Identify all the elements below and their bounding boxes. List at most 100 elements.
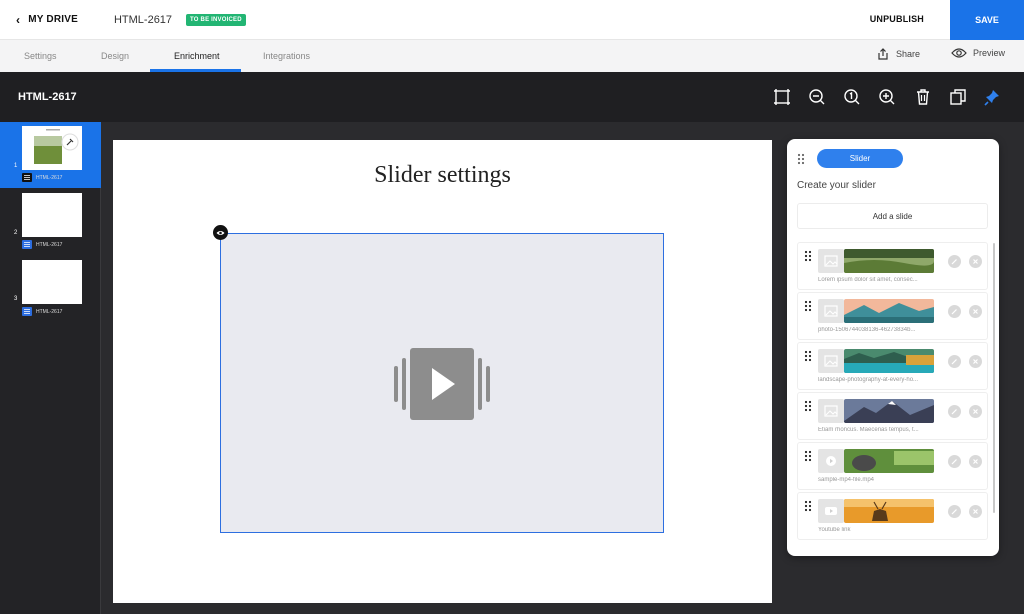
- edit-button[interactable]: [948, 355, 961, 368]
- image-placeholder-icon: [818, 349, 844, 373]
- slide-thumbnail-3[interactable]: [22, 260, 82, 304]
- share-button[interactable]: Share: [876, 47, 920, 61]
- canvas-title[interactable]: Slider settings: [113, 162, 772, 189]
- back-label: MY DRIVE: [28, 14, 78, 25]
- slide-caption: photo-1506744038136-46273834b...: [818, 327, 916, 333]
- close-icon: [973, 509, 978, 514]
- drag-handle-icon[interactable]: [804, 500, 812, 512]
- zoom-in-icon[interactable]: [877, 87, 897, 107]
- edit-button[interactable]: [948, 305, 961, 318]
- remove-button[interactable]: [969, 405, 982, 418]
- slide-image-thumbnail: [844, 349, 934, 373]
- remove-button[interactable]: [969, 455, 982, 468]
- edit-button[interactable]: [948, 455, 961, 468]
- preview-button[interactable]: Preview: [951, 47, 1005, 59]
- slider-play-icon: [394, 348, 490, 420]
- slide-tag-3: HTML-2617: [22, 307, 62, 316]
- zoom-reset-icon[interactable]: [842, 87, 862, 107]
- pencil-icon: [951, 309, 957, 315]
- pencil-icon: [951, 359, 957, 365]
- slide-number-1: 1: [14, 163, 18, 169]
- slide-caption: sample-mp4-file.mp4: [818, 477, 875, 483]
- zoom-out-icon[interactable]: [807, 87, 827, 107]
- slides-sidebar: 1 HTML-2617 2 HTML-2617 3 HTML-2617: [0, 122, 101, 614]
- image-placeholder-icon: [818, 249, 844, 273]
- slide-image-thumbnail: [844, 399, 934, 423]
- pencil-icon: [951, 459, 957, 465]
- youtube-placeholder-icon: [818, 499, 844, 523]
- preview-label: Preview: [973, 48, 1006, 58]
- slide-image-thumbnail: [844, 249, 934, 273]
- slide-label-3: HTML-2617: [36, 308, 63, 315]
- panel-scrollbar[interactable]: [993, 243, 995, 513]
- html-block-icon: [22, 307, 32, 316]
- back-to-drive-link[interactable]: ‹ MY DRIVE: [16, 13, 78, 27]
- slide-caption: Lorem ipsum dolor sit amet, consec...: [818, 277, 918, 283]
- status-badge: TO BE INVOICED: [186, 13, 246, 26]
- remove-button[interactable]: [969, 505, 982, 518]
- slider-settings-panel: Slider Create your slider Add a slide Lo…: [787, 139, 999, 556]
- slide-1-preview-image: [22, 126, 82, 170]
- close-icon: [973, 259, 978, 264]
- slide-list-item[interactable]: landscape-photography-at-every-ho...: [797, 342, 988, 390]
- slide-youtube-thumbnail: [844, 499, 934, 523]
- edit-button[interactable]: [948, 405, 961, 418]
- duplicate-icon[interactable]: [948, 87, 968, 107]
- slide-label-2: HTML-2617: [36, 241, 63, 248]
- slide-image-thumbnail: [844, 299, 934, 323]
- slide-thumbnail-2[interactable]: [22, 193, 82, 237]
- drag-handle-icon[interactable]: [804, 350, 812, 362]
- tab-design[interactable]: Design: [101, 51, 129, 61]
- pin-icon[interactable]: [983, 87, 1003, 107]
- slide-caption: landscape-photography-at-every-ho...: [818, 377, 919, 383]
- slide-tag-2: HTML-2617: [22, 240, 62, 249]
- eye-icon: [951, 48, 967, 58]
- video-placeholder-icon: [818, 449, 844, 473]
- tab-settings[interactable]: Settings: [24, 51, 57, 61]
- unpublish-button[interactable]: UNPUBLISH: [870, 14, 924, 24]
- drag-handle-icon[interactable]: [804, 300, 812, 312]
- add-slide-button[interactable]: Add a slide: [797, 203, 988, 229]
- edit-button[interactable]: [948, 255, 961, 268]
- slide-canvas[interactable]: Slider settings: [113, 140, 772, 603]
- slide-list-item[interactable]: photo-1506744038136-46273834b...: [797, 292, 988, 340]
- editor-toolbar: HTML-2617: [0, 72, 1024, 122]
- slider-block[interactable]: [220, 233, 664, 533]
- slide-number-2: 2: [14, 230, 18, 236]
- tab-bar: Settings Design Enrichment Integrations …: [0, 40, 1024, 72]
- share-icon: [878, 48, 888, 60]
- slide-caption: Etiam rhoncus. Maecenas tempus, t...: [818, 427, 919, 433]
- slide-thumbnail-1[interactable]: [22, 126, 82, 170]
- tab-enrichment[interactable]: Enrichment: [174, 51, 220, 61]
- remove-button[interactable]: [969, 305, 982, 318]
- slide-list-item[interactable]: sample-mp4-file.mp4: [797, 442, 988, 490]
- slide-list-item[interactable]: Lorem ipsum dolor sit amet, consec...: [797, 242, 988, 290]
- image-placeholder-icon: [818, 299, 844, 323]
- trash-icon[interactable]: [913, 87, 933, 107]
- image-placeholder-icon: [818, 399, 844, 423]
- remove-button[interactable]: [969, 355, 982, 368]
- slide-list-item[interactable]: Etiam rhoncus. Maecenas tempus, t...: [797, 392, 988, 440]
- save-button[interactable]: SAVE: [950, 0, 1024, 40]
- drag-handle-icon[interactable]: [804, 400, 812, 412]
- share-label: Share: [896, 49, 921, 59]
- slider-tab-pill[interactable]: Slider: [817, 149, 903, 168]
- chevron-left-icon: ‹: [16, 12, 21, 27]
- html-block-icon: [22, 240, 32, 249]
- drag-handle-icon[interactable]: [804, 250, 812, 262]
- drag-handle-icon[interactable]: [797, 153, 805, 165]
- pencil-icon: [951, 409, 957, 415]
- pencil-icon: [951, 509, 957, 515]
- slide-video-thumbnail: [844, 449, 934, 473]
- top-bar: ‹ MY DRIVE HTML-2617 TO BE INVOICED UNPU…: [0, 0, 1024, 40]
- slide-tag-1: HTML-2617: [22, 173, 62, 182]
- remove-button[interactable]: [969, 255, 982, 268]
- slide-list-item[interactable]: Youtube link: [797, 492, 988, 540]
- tab-integrations[interactable]: Integrations: [263, 51, 310, 61]
- edit-button[interactable]: [948, 505, 961, 518]
- visibility-toggle[interactable]: [213, 225, 228, 240]
- document-title: HTML-2617: [113, 13, 173, 26]
- drag-handle-icon[interactable]: [804, 450, 812, 462]
- pencil-icon: [951, 259, 957, 265]
- crop-icon[interactable]: [772, 87, 792, 107]
